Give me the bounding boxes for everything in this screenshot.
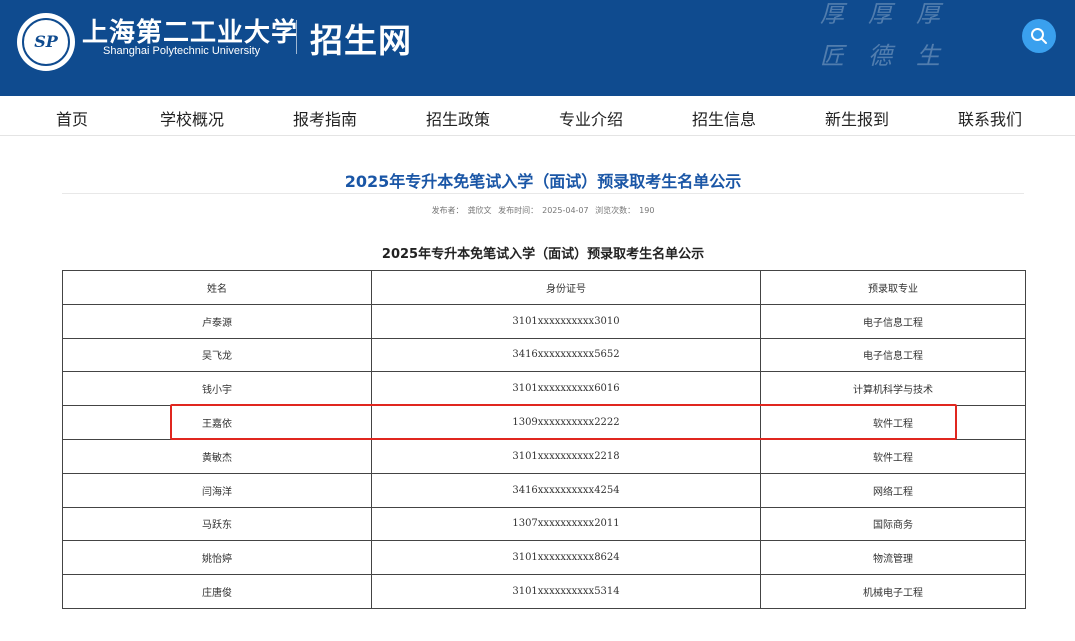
nav-item-info[interactable]: 招生信息 [692,106,756,130]
cell-name: 王嘉依 [62,405,372,440]
cell-major: 电子信息工程 [760,303,1026,339]
site-header: SP 上海第二工业大学 Shanghai Polytechnic Univers… [0,0,1075,96]
cell-id: 3416xxxxxxxxxx4254 [371,472,761,508]
search-button[interactable] [1022,19,1056,53]
nav-item-about[interactable]: 学校概况 [160,106,224,130]
motto-char: 厚 [868,0,892,28]
column-header-id: 身份证号 [371,270,761,305]
publish-time-label: 发布时间： [498,206,539,215]
publisher-value: 龚欣文 [467,206,492,215]
table-header-row: 姓名 身份证号 预录取专业 [62,270,1026,305]
cell-id: 3101xxxxxxxxxx6016 [371,371,761,407]
cell-name: 庄唐俊 [62,574,372,609]
nav-item-contact[interactable]: 联系我们 [958,106,1022,130]
motto-char: 厚 [916,0,940,28]
cell-id: 3101xxxxxxxxxx3010 [371,303,761,339]
cell-name: 闫海洋 [62,472,372,508]
cell-name: 卢泰源 [62,303,372,339]
table-row-highlighted: 王嘉依 1309xxxxxxxxxx2222 软件工程 [62,405,1026,440]
nav-item-majors[interactable]: 专业介绍 [559,106,623,130]
site-name[interactable]: 招生网 [310,14,412,62]
cell-id: 3101xxxxxxxxxx8624 [371,540,761,576]
column-header-major: 预录取专业 [760,270,1026,305]
cell-id: 3101xxxxxxxxxx5314 [371,574,761,609]
main-nav: 首页 学校概况 报考指南 招生政策 专业介绍 招生信息 新生报到 联系我们 [0,96,1075,136]
cell-major: 国际商务 [760,506,1026,542]
article-meta: 发布者： 龚欣文 发布时间： 2025-04-07 浏览次数： 190 [62,205,1024,216]
table-row: 吴飞龙 3416xxxxxxxxxx5652 电子信息工程 [62,337,1026,373]
table-row: 闫海洋 3416xxxxxxxxxx4254 网络工程 [62,472,1026,508]
search-icon [1031,28,1047,44]
motto-watermark: 厚 匠 厚 德 厚 生 [812,0,952,80]
cell-major: 机械电子工程 [760,574,1026,609]
school-name-cn: 上海第二工业大学 [82,18,299,48]
school-name-en: Shanghai Polytechnic University [103,45,261,57]
motto-char: 厚 [820,0,844,28]
cell-major: 软件工程 [760,405,1026,440]
nav-item-registration[interactable]: 新生报到 [825,106,889,130]
admission-list-table: 姓名 身份证号 预录取专业 卢泰源 3101xxxxxxxxxx3010 电子信… [62,270,1026,609]
title-divider [296,20,297,54]
cell-name: 钱小宇 [62,371,372,407]
article-title: 2025年专升本免笔试入学（面试）预录取考生名单公示 [344,172,742,191]
table-row: 卢泰源 3101xxxxxxxxxx3010 电子信息工程 [62,303,1026,339]
logo-monogram: SP [22,18,70,66]
school-logo[interactable]: SP [17,13,75,71]
table-row: 钱小宇 3101xxxxxxxxxx6016 计算机科学与技术 [62,371,1026,407]
title-divider-line [62,193,1024,194]
cell-major: 物流管理 [760,540,1026,576]
cell-major: 软件工程 [760,438,1026,474]
cell-id: 3101xxxxxxxxxx2218 [371,438,761,474]
cell-major: 计算机科学与技术 [760,371,1026,407]
motto-char: 德 [868,42,892,70]
nav-item-guide[interactable]: 报考指南 [293,106,357,130]
cell-name: 马跃东 [62,506,372,542]
cell-id: 3416xxxxxxxxxx5652 [371,337,761,373]
view-count-label: 浏览次数： [595,206,636,215]
motto-char: 生 [916,42,940,70]
table-heading: 2025年专升本免笔试入学（面试）预录取考生名单公示 [381,247,705,262]
cell-name: 黄敏杰 [62,438,372,474]
cell-name: 姚怡婷 [62,540,372,576]
cell-id: 1307xxxxxxxxxx2011 [371,506,761,542]
publish-time-value: 2025-04-07 [542,206,589,215]
cell-id: 1309xxxxxxxxxx2222 [371,405,761,440]
publisher-label: 发布者： [431,206,464,215]
column-header-name: 姓名 [62,270,372,305]
table-row: 姚怡婷 3101xxxxxxxxxx8624 物流管理 [62,540,1026,576]
cell-major: 网络工程 [760,472,1026,508]
motto-char: 匠 [820,42,844,70]
view-count-value: 190 [639,206,655,215]
table-row: 庄唐俊 3101xxxxxxxxxx5314 机械电子工程 [62,574,1026,609]
cell-major: 电子信息工程 [760,337,1026,373]
table-row: 黄敏杰 3101xxxxxxxxxx2218 软件工程 [62,438,1026,474]
nav-item-policy[interactable]: 招生政策 [426,106,490,130]
table-row: 马跃东 1307xxxxxxxxxx2011 国际商务 [62,506,1026,542]
nav-item-home[interactable]: 首页 [56,106,88,130]
cell-name: 吴飞龙 [62,337,372,373]
